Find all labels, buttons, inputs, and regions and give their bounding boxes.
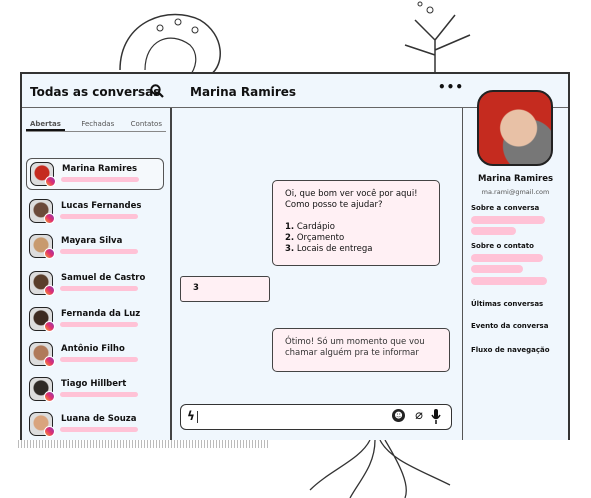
chat-area: Oi, que bom ver você por aqui! Como poss… xyxy=(172,108,462,440)
message-preview-bar xyxy=(60,322,138,327)
conversation-event-link[interactable]: Evento da conversa xyxy=(471,322,548,330)
contact-list-item[interactable]: Samuel de Castro xyxy=(26,268,164,300)
search-icon[interactable] xyxy=(150,84,164,98)
conversations-sidebar: Abertas Fechadas Contatos Marina Ramires… xyxy=(22,108,172,440)
profile-email: ma.rami@gmail.com xyxy=(481,188,550,196)
instagram-icon xyxy=(44,356,55,367)
tab-fechadas[interactable]: Fechadas xyxy=(81,120,114,131)
menu-option-1: 1. Cardápio xyxy=(285,222,335,232)
contact-list-item[interactable]: Antônio Filho xyxy=(26,339,164,371)
seaweed-sketch xyxy=(309,440,451,498)
message-preview-bar xyxy=(60,249,138,254)
contact-list-item[interactable]: Lucas Fernandes xyxy=(26,196,164,228)
contact-name: Tiago Hillbert xyxy=(61,379,127,389)
menu-option-2: 2. Orçamento xyxy=(285,233,345,243)
contact-profile-photo xyxy=(477,90,553,166)
profile-name: Marina Ramires xyxy=(477,174,554,184)
instagram-icon xyxy=(44,248,55,259)
instagram-icon xyxy=(44,213,55,224)
more-horizontal-icon[interactable]: ••• xyxy=(438,80,464,94)
message-preview-bar xyxy=(61,177,139,182)
contact-name: Fernanda da Luz xyxy=(61,309,141,319)
user-reply-message: 3 xyxy=(180,276,270,302)
all-conversations-title: Todas as conversas xyxy=(30,85,161,99)
contact-list-item[interactable]: Luana de Souza xyxy=(26,409,164,441)
microphone-icon[interactable] xyxy=(431,409,441,425)
last-conversations-link[interactable]: Últimas conversas xyxy=(471,300,543,308)
instagram-icon xyxy=(45,176,56,187)
bot-message-menu: Oi, que bom ver você por aqui! Como poss… xyxy=(272,180,440,266)
placeholder-bar xyxy=(471,265,523,273)
contact-list-item[interactable]: Mayara Silva xyxy=(26,231,164,263)
shadow-hatching xyxy=(18,440,268,448)
lightning-icon[interactable]: ϟ xyxy=(187,409,195,423)
message-preview-bar xyxy=(60,392,138,397)
text-cursor xyxy=(197,411,198,423)
bot-message-wait: Ótimo! Só um momento que vou chamar algu… xyxy=(272,328,450,372)
message-text: Como posso te ajudar? xyxy=(285,200,383,210)
octopus-sketch xyxy=(119,13,221,75)
message-preview-bar xyxy=(60,286,138,291)
chat-app-window: Todas as conversas Marina Ramires ••• Ab… xyxy=(20,72,570,440)
paperclip-icon[interactable]: ⌀ xyxy=(415,408,423,423)
contact-name: Lucas Fernandes xyxy=(61,201,142,211)
chat-contact-title: Marina Ramires xyxy=(190,85,297,99)
contact-list-item[interactable]: Marina Ramires xyxy=(26,158,164,190)
contact-details-panel: Marina Ramires ma.rami@gmail.com Sobre a… xyxy=(462,90,568,440)
contact-name: Marina Ramires xyxy=(62,164,138,174)
placeholder-bar xyxy=(471,254,543,262)
menu-option-3: 3. Locais de entrega xyxy=(285,244,373,254)
contact-list-item[interactable]: Tiago Hillbert xyxy=(26,374,164,406)
coral-sketch xyxy=(404,1,471,75)
contact-name: Antônio Filho xyxy=(61,344,125,354)
conversation-tabs: Abertas Fechadas Contatos xyxy=(26,120,166,132)
contact-name: Samuel de Castro xyxy=(61,273,146,283)
contact-list-item[interactable]: Fernanda da Luz xyxy=(26,304,164,336)
placeholder-bar xyxy=(471,277,547,285)
instagram-icon xyxy=(44,321,55,332)
message-text: chamar alguém pra te informar xyxy=(285,348,419,358)
message-text: Oi, que bom ver você por aqui! xyxy=(285,189,418,199)
emoji-icon[interactable]: ☻ xyxy=(392,409,405,422)
tab-abertas[interactable]: Abertas xyxy=(26,120,65,131)
message-preview-bar xyxy=(60,357,138,362)
contact-name: Luana de Souza xyxy=(61,414,137,424)
contact-name: Mayara Silva xyxy=(61,236,123,246)
instagram-icon xyxy=(44,285,55,296)
message-text: Ótimo! Só um momento que vou xyxy=(285,337,425,347)
about-contact-label: Sobre o contato xyxy=(471,242,534,250)
placeholder-bar xyxy=(471,227,516,235)
tab-contatos[interactable]: Contatos xyxy=(131,120,162,131)
navigation-flow-link[interactable]: Fluxo de navegação xyxy=(471,346,550,354)
about-conversation-label: Sobre a conversa xyxy=(471,204,540,212)
placeholder-bar xyxy=(471,216,545,224)
message-preview-bar xyxy=(60,427,138,432)
message-preview-bar xyxy=(60,214,138,219)
message-input[interactable]: ϟ ☻ ⌀ xyxy=(180,404,452,430)
instagram-icon xyxy=(44,426,55,437)
instagram-icon xyxy=(44,391,55,402)
